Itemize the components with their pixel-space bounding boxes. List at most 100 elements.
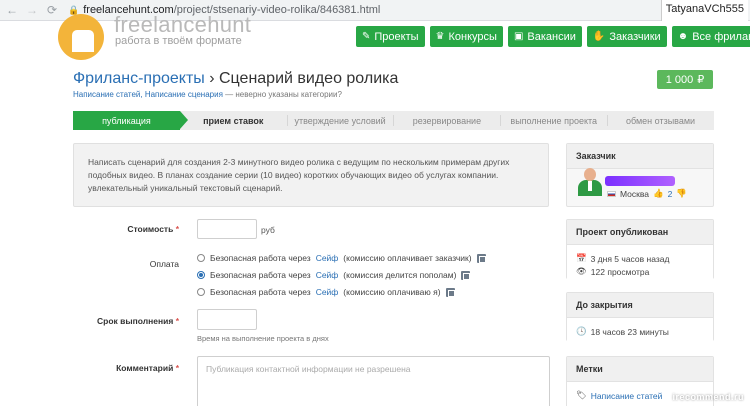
- time-left: 🕓 18 часов 23 минуты: [576, 326, 704, 337]
- payment-option-split[interactable]: Безопасная работа через Сейф (комиссия д…: [197, 270, 471, 280]
- cost-label-text: Стоимость: [127, 224, 174, 234]
- tags-card-title: Метки: [567, 357, 713, 382]
- payment-option-text: Безопасная работа через: [210, 287, 311, 297]
- deadline-hint: Время на выполнение проекта в днях: [197, 334, 329, 343]
- payment-option-customer[interactable]: Безопасная работа через Сейф (комиссию о…: [197, 253, 486, 263]
- customer-meta: Москва 👍 2 👎: [607, 188, 687, 199]
- project-categories: Написание статей, Написание сценария — н…: [73, 90, 342, 99]
- step-bidding: прием ставок: [179, 111, 287, 130]
- step-approval: утверждение условий: [286, 111, 394, 130]
- thumb-up-icon: 👍: [653, 188, 664, 198]
- positive-reviews-count[interactable]: 2: [668, 189, 673, 199]
- browser-toolbar: ← → ⟳ 🔒 freelancehunt.com/project/stsena…: [0, 0, 750, 21]
- wrong-category-note[interactable]: — неверно указаны категории?: [225, 90, 342, 99]
- forward-arrow-icon[interactable]: →: [24, 2, 40, 18]
- briefcase-icon: ▣: [513, 31, 524, 42]
- customer-avatar[interactable]: [578, 168, 602, 196]
- help-icon[interactable]: [445, 287, 455, 297]
- currency-icon: ₽: [697, 74, 705, 86]
- brand-tagline: работа в твоём формате: [115, 35, 242, 47]
- step-label: прием ставок: [203, 115, 264, 126]
- nav-vacancies-label: Вакансии: [527, 30, 576, 43]
- categories-link[interactable]: Написание статей, Написание сценария: [73, 90, 223, 99]
- back-arrow-icon[interactable]: ←: [4, 2, 20, 18]
- views-text: 122 просмотра: [590, 266, 650, 277]
- help-icon[interactable]: [476, 253, 486, 263]
- cost-label: Стоимость *: [69, 224, 179, 234]
- clock-icon: 🕓: [576, 326, 587, 336]
- comment-label: Комментарий *: [69, 363, 179, 373]
- closing-card-title: До закрытия: [567, 293, 713, 318]
- russia-flag-icon: [607, 190, 616, 197]
- comment-textarea[interactable]: Публикация контактной информации не разр…: [197, 356, 550, 406]
- time-left-text: 18 часов 23 минуты: [590, 326, 669, 337]
- step-label: публикация: [102, 115, 151, 126]
- safe-link[interactable]: Сейф: [316, 270, 339, 280]
- breadcrumb-projects[interactable]: Фриланс-проекты: [73, 70, 205, 87]
- safe-link[interactable]: Сейф: [316, 253, 339, 263]
- eye-icon: 👁: [576, 266, 587, 276]
- published-ago-text: 3 дня 5 часов назад: [590, 253, 670, 264]
- required-mark: *: [175, 363, 179, 373]
- reload-icon[interactable]: ⟳: [44, 2, 60, 18]
- customer-city: Москва: [620, 188, 650, 199]
- deadline-label-text: Срок выполнения: [96, 316, 174, 326]
- cost-input[interactable]: [197, 219, 257, 239]
- nav-contests-button[interactable]: ♛ Конкурсы: [429, 26, 503, 47]
- thumb-down-icon: 👎: [676, 188, 687, 198]
- required-mark: *: [175, 224, 179, 234]
- step-reservation: резервирование: [393, 111, 501, 130]
- payment-label: Оплата: [149, 259, 179, 269]
- step-label: выполнение проекта: [510, 115, 598, 126]
- deadline-input[interactable]: [197, 309, 257, 330]
- price-badge: 1 000 ₽: [657, 70, 713, 89]
- payment-radio[interactable]: [197, 288, 205, 296]
- payment-option-note: (комиссию оплачивает заказчик): [343, 253, 472, 263]
- deadline-label: Срок выполнения *: [69, 316, 179, 326]
- breadcrumb-separator: ›: [209, 70, 215, 87]
- payment-radio[interactable]: [197, 254, 205, 262]
- step-publication: публикация: [73, 111, 188, 130]
- avatar-head: [584, 168, 596, 181]
- step-reviews: обмен отзывами: [607, 111, 714, 130]
- safe-link[interactable]: Сейф: [316, 287, 339, 297]
- step-label: утверждение условий: [294, 115, 386, 126]
- nav-contests-label: Конкурсы: [448, 30, 497, 43]
- closing-card-body: 🕓 18 часов 23 минуты: [567, 318, 713, 345]
- published-ago: 📅 3 дня 5 часов назад: [576, 253, 704, 264]
- calendar-icon: 📅: [576, 253, 587, 263]
- nav-customers-label: Заказчики: [609, 30, 661, 43]
- nav-freelancers-label: Все фрилансеры: [692, 30, 750, 43]
- project-title: Сценарий видео ролика: [219, 70, 399, 87]
- handshake-icon: ✋: [592, 31, 606, 42]
- nav-freelancers-button[interactable]: ☻Все фрилансеры: [671, 26, 750, 47]
- top-navigation: ✎ Проекты ♛ Конкурсы ▣ Вакансии ✋ Заказчики …: [356, 26, 750, 47]
- trophy-icon: ♛: [435, 31, 445, 42]
- nav-customers-button[interactable]: ✋ Заказчики: [586, 26, 667, 47]
- payment-radio-selected[interactable]: [197, 271, 205, 279]
- page-title: Фриланс-проекты › Сценарий видео ролика: [73, 70, 398, 88]
- project-stage-stepper: публикация прием ставок утверждение усло…: [73, 111, 714, 130]
- payment-option-text: Безопасная работа через: [210, 253, 311, 263]
- avatar-tie: [588, 181, 592, 191]
- comment-label-text: Комментарий: [116, 363, 174, 373]
- nav-vacancies-button[interactable]: ▣ Вакансии: [507, 26, 582, 47]
- logo-icon[interactable]: [58, 14, 104, 60]
- published-card: Проект опубликован 📅 3 дня 5 часов назад …: [566, 219, 714, 285]
- project-description: Написать сценарий для создания 2-3 минут…: [73, 143, 549, 207]
- published-card-body: 📅 3 дня 5 часов назад 👁 122 просмотра: [567, 245, 713, 285]
- customer-name-redacted[interactable]: [605, 176, 675, 186]
- nav-projects-button[interactable]: ✎ Проекты: [356, 26, 425, 47]
- customer-card-title: Заказчик: [567, 144, 713, 169]
- help-icon[interactable]: [461, 270, 471, 280]
- cost-unit: руб: [261, 225, 275, 235]
- payment-option-note: (комиссию оплачиваю я): [343, 287, 441, 297]
- browser-user: TatyanaVCh555: [660, 0, 748, 21]
- payment-option-note: (комиссия делится пополам): [343, 270, 457, 280]
- tag-link[interactable]: Написание статей: [591, 391, 663, 401]
- users-icon: ☻: [677, 31, 689, 42]
- nav-projects-label: Проекты: [374, 30, 419, 43]
- required-mark: *: [175, 316, 179, 326]
- payment-option-freelancer[interactable]: Безопасная работа через Сейф (комиссию о…: [197, 287, 455, 297]
- closing-card: До закрытия 🕓 18 часов 23 минуты: [566, 292, 714, 345]
